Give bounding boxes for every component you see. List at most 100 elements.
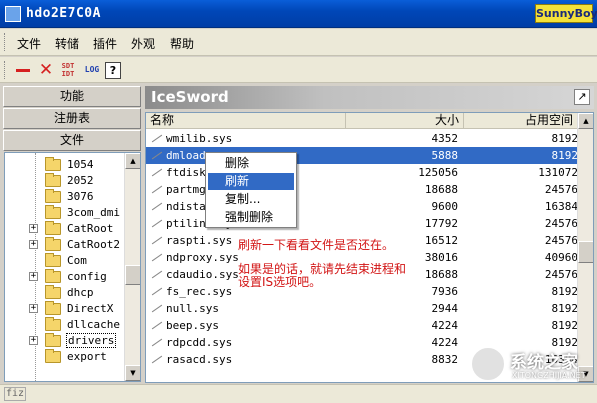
file-row[interactable]: wmilib.sys 4352 8192	[146, 130, 578, 147]
tree-item[interactable]: 3com_dmi	[5, 205, 125, 221]
file-name: null.sys	[166, 302, 219, 315]
title-bar[interactable]: hdo2E7C0A SunnyBoy	[0, 0, 597, 28]
file-icon	[150, 251, 163, 264]
tree-item-label: CatRoot	[67, 222, 114, 235]
tree-item-label: config	[67, 270, 107, 283]
file-size: 4224	[431, 336, 459, 349]
scroll-thumb[interactable]	[125, 265, 140, 285]
file-used-space: 8192	[551, 319, 579, 332]
help-icon[interactable]: ?	[105, 62, 121, 79]
tree-item[interactable]: dllcache	[5, 317, 125, 333]
folder-icon	[45, 333, 61, 347]
tree-item-label: DirectX	[67, 302, 114, 315]
tree-item[interactable]: 1054	[5, 157, 125, 173]
folder-icon	[45, 173, 61, 187]
file-icon	[150, 285, 163, 298]
tree-item-label: dllcache	[67, 318, 120, 331]
sdt-idt-icon[interactable]: SDT IDT	[58, 60, 78, 80]
file-icon	[150, 268, 163, 281]
folder-icon	[45, 157, 61, 171]
tree-item[interactable]: + CatRoot2	[5, 237, 125, 253]
tree-item[interactable]: dhcp	[5, 285, 125, 301]
folder-icon	[45, 317, 61, 331]
expand-icon[interactable]: +	[29, 224, 38, 233]
file-size: 18688	[424, 183, 458, 196]
file-size: 125056	[418, 166, 458, 179]
tree-item[interactable]: + CatRoot	[5, 221, 125, 237]
tree-item[interactable]: + drivers	[5, 333, 125, 349]
file-name: cdaudio.sys	[166, 268, 239, 281]
menu-plugins[interactable]: 插件	[93, 35, 117, 52]
file-name: beep.sys	[166, 319, 219, 332]
nav-functions-button[interactable]: 功能	[3, 86, 141, 107]
menu-grip	[4, 33, 7, 51]
menu-dump[interactable]: 转储	[55, 35, 79, 52]
scroll-thumb[interactable]	[578, 241, 593, 263]
column-size-header[interactable]: 大小	[346, 113, 464, 129]
sunnyboy-badge: SunnyBoy	[535, 4, 597, 23]
file-icon	[150, 234, 163, 247]
scroll-up-icon[interactable]: ▲	[125, 153, 140, 169]
tree-item[interactable]: + config	[5, 269, 125, 285]
nav-registry-button[interactable]: 注册表	[3, 108, 141, 129]
ctx-delete[interactable]: 删除	[208, 155, 294, 172]
tree-item[interactable]: export	[5, 349, 125, 365]
maximize-icon[interactable]: ↗	[574, 89, 590, 105]
file-used-space: 8192	[551, 302, 579, 315]
file-icon	[150, 319, 163, 332]
file-icon	[150, 200, 163, 213]
scroll-down-icon[interactable]: ▼	[125, 365, 140, 381]
expand-icon[interactable]: +	[29, 240, 38, 249]
folder-icon	[45, 285, 61, 299]
window-title: hdo2E7C0A	[26, 6, 101, 21]
tree-scrollbar[interactable]: ▲ ▼	[124, 153, 140, 381]
file-row[interactable]: beep.sys 4224 8192	[146, 317, 578, 334]
menu-file[interactable]: 文件	[17, 35, 41, 52]
file-used-space: 131072	[538, 166, 578, 179]
file-row[interactable]: null.sys 2944 8192	[146, 300, 578, 317]
file-used-space: 16384	[544, 200, 578, 213]
context-menu: 删除 刷新 复制... 强制删除	[205, 152, 297, 228]
folder-tree[interactable]: 1054 2052 3076 3com_dmi + CatRoot + CatRoot2 Com…	[4, 152, 141, 382]
ctx-copy[interactable]: 复制...	[208, 191, 294, 208]
tree-item-label: Com	[67, 254, 87, 267]
file-name: wmilib.sys	[166, 132, 233, 145]
minus-icon[interactable]	[14, 60, 34, 80]
folder-icon	[45, 301, 61, 315]
file-size: 16512	[424, 234, 458, 247]
log-icon[interactable]: LOG	[82, 60, 102, 80]
column-used-header[interactable]: 占用空间	[464, 113, 578, 129]
file-size: 5888	[431, 149, 459, 162]
close-x-icon[interactable]: ✕	[36, 60, 56, 80]
folder-icon	[45, 205, 61, 219]
ctx-force-delete[interactable]: 强制删除	[208, 209, 294, 226]
column-name-header[interactable]: 名称	[146, 113, 346, 129]
scroll-up-icon[interactable]: ▲	[578, 113, 593, 129]
expand-icon[interactable]: +	[29, 272, 38, 281]
watermark-text: 系统之家	[510, 353, 578, 373]
file-used-space: 8192	[551, 285, 579, 298]
toolbar-grip	[4, 61, 7, 79]
file-used-space: 24576	[544, 268, 578, 281]
tree-item[interactable]: 3076	[5, 189, 125, 205]
expand-icon[interactable]: +	[29, 336, 38, 345]
nav-files-button[interactable]: 文件	[3, 130, 141, 151]
panel-header: IceSword ↗	[145, 86, 594, 109]
ctx-refresh[interactable]: 刷新	[208, 173, 294, 190]
tree-item[interactable]: 2052	[5, 173, 125, 189]
menu-help[interactable]: 帮助	[170, 35, 194, 52]
menu-view[interactable]: 外观	[131, 35, 155, 52]
file-size: 4352	[431, 132, 459, 145]
tree-item[interactable]: Com	[5, 253, 125, 269]
folder-icon	[45, 237, 61, 251]
folder-icon	[45, 349, 61, 363]
file-row[interactable]: fs_rec.sys 7936 8192	[146, 283, 578, 300]
tree-item-label: export	[67, 350, 107, 363]
file-icon	[150, 353, 163, 366]
file-icon	[150, 166, 163, 179]
file-used-space: 40960	[544, 251, 578, 264]
toolbar: ✕ SDT IDT LOG ?	[0, 57, 597, 83]
file-used-space: 8192	[551, 149, 579, 162]
expand-icon[interactable]: +	[29, 304, 38, 313]
tree-item[interactable]: + DirectX	[5, 301, 125, 317]
